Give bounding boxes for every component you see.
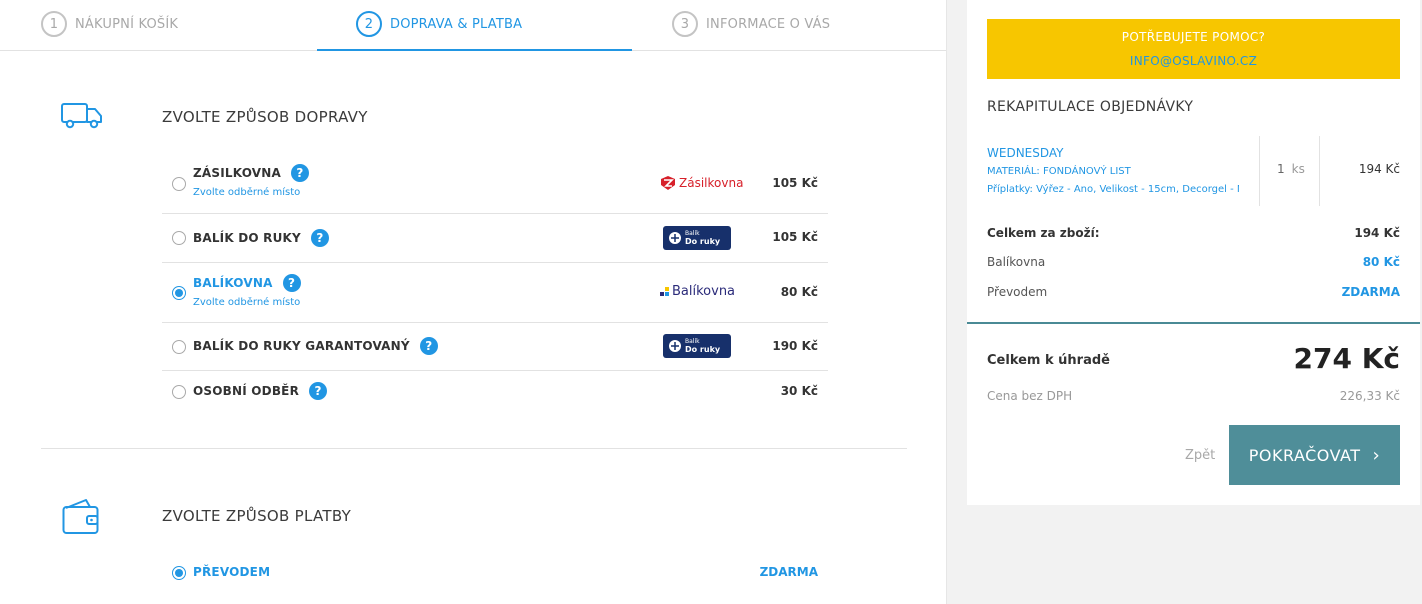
payment-title: ZVOLTE ZPŮSOB PLATBY: [162, 507, 352, 525]
payment-option-name: PŘEVODEM: [193, 565, 271, 579]
back-link[interactable]: Zpět: [1185, 448, 1215, 463]
total-label: Celkem k úhradě: [987, 353, 1110, 368]
help-heading: POTŘEBUJETE POMOC?: [1121, 30, 1266, 44]
shipping-title: ZVOLTE ZPŮSOB DOPRAVY: [162, 108, 368, 126]
net-price-label: Cena bez DPH: [987, 389, 1073, 403]
step-label: NÁKUPNÍ KOŠÍK: [75, 16, 179, 32]
quantity-value: 1: [1277, 162, 1285, 176]
radio-button-selected[interactable]: [172, 566, 186, 580]
item-name-link[interactable]: WEDNESDAY: [987, 146, 1064, 160]
logo-text: Balíkovna: [672, 284, 736, 299]
continue-button[interactable]: POKRAČOVAT ›: [1229, 425, 1400, 485]
shipping-option-osobni-odber[interactable]: OSOBNÍ ODBĚR ? 30 Kč: [162, 371, 828, 411]
item-extras: Příplatky: Výřez - Ano, Velikost - 15cm,…: [987, 184, 1239, 195]
option-label: BALÍKOVNA: [193, 276, 273, 290]
logo-text: Do ruky: [685, 345, 721, 354]
zasilkovna-logo: Zásilkovna: [660, 175, 743, 191]
step-number: 3: [672, 11, 698, 37]
sum-label: Celkem za zboží:: [987, 226, 1100, 240]
step-cart[interactable]: 1 NÁKUPNÍ KOŠÍK: [41, 9, 178, 39]
payment-option-prevodem[interactable]: PŘEVODEM ZDARMA: [162, 560, 828, 586]
sum-value: 194 Kč: [1354, 226, 1400, 240]
item-material: MATERIÁL: FONDÁNOVÝ LIST: [987, 166, 1131, 177]
step-number: 2: [356, 11, 382, 37]
pickup-point-link[interactable]: Zvolte odběrné místo: [193, 187, 300, 198]
shipping-option-balikovna[interactable]: BALÍKOVNA ? Zvolte odběrné místo Balíkov…: [162, 263, 828, 323]
shipping-price: 80 Kč: [780, 285, 818, 299]
radio-button[interactable]: [172, 340, 186, 354]
shipping-option-name: ZÁSILKOVNA ?: [193, 164, 309, 182]
radio-button-selected[interactable]: [172, 286, 186, 300]
recap-title: REKAPITULACE OBJEDNÁVKY: [987, 99, 1194, 115]
total-value: 274 Kč: [1293, 342, 1401, 375]
radio-button[interactable]: [172, 177, 186, 191]
net-price-value: 226,33 Kč: [1339, 389, 1400, 403]
option-label: BALÍK DO RUKY: [193, 231, 301, 245]
logo-text: Do ruky: [685, 237, 721, 246]
step-number: 1: [41, 11, 67, 37]
checkout-main: 1 NÁKUPNÍ KOŠÍK 2 DOPRAVA & PLATBA 3 INF…: [0, 0, 947, 604]
sum-value: ZDARMA: [1341, 285, 1400, 299]
option-label: OSOBNÍ ODBĚR: [193, 384, 300, 398]
radio-button[interactable]: [172, 385, 186, 399]
payment-cost-row: Převodem ZDARMA: [987, 285, 1400, 303]
shipping-option-name: BALÍKOVNA ?: [193, 274, 301, 292]
help-box: POTŘEBUJETE POMOC? INFO@OSLAVINO.CZ: [987, 19, 1400, 79]
shipping-price: 190 Kč: [772, 339, 818, 353]
truck-icon: [61, 103, 103, 133]
chevron-right-icon: ›: [1372, 444, 1381, 466]
order-summary-sidebar: POTŘEBUJETE POMOC? INFO@OSLAVINO.CZ REKA…: [967, 0, 1420, 505]
payment-price: ZDARMA: [759, 565, 818, 579]
help-icon[interactable]: ?: [309, 382, 328, 400]
column-divider: [1319, 136, 1320, 206]
step-label: INFORMACE O VÁS: [706, 16, 831, 32]
sum-label: Balíkovna: [987, 255, 1046, 269]
help-icon[interactable]: ?: [310, 229, 329, 247]
help-icon[interactable]: ?: [291, 164, 309, 182]
sum-value: 80 Kč: [1362, 255, 1400, 269]
wallet-icon: [62, 498, 100, 540]
shipping-option-name: OSOBNÍ ODBĚR ?: [193, 382, 328, 400]
section-divider: [41, 448, 907, 449]
item-price: 194 Kč: [1358, 162, 1400, 176]
shipping-price: 30 Kč: [780, 384, 818, 398]
option-label: ZÁSILKOVNA: [193, 166, 281, 180]
help-icon[interactable]: ?: [282, 274, 301, 292]
shipping-cost-row: Balíkovna 80 Kč: [987, 255, 1400, 273]
balik-do-ruky-logo: Balík Do ruky: [663, 226, 731, 250]
shipping-option-balik-garantovany[interactable]: BALÍK DO RUKY GARANTOVANÝ ? Balík Do ruky…: [162, 323, 828, 371]
help-email-link[interactable]: INFO@OSLAVINO.CZ: [987, 54, 1400, 68]
sum-label: Převodem: [987, 285, 1048, 299]
pickup-point-link[interactable]: Zvolte odběrné místo: [193, 297, 300, 308]
shipping-price: 105 Kč: [772, 230, 818, 244]
quantity-unit: ks: [1291, 162, 1305, 176]
option-label: BALÍK DO RUKY GARANTOVANÝ: [193, 339, 410, 353]
item-quantity: 1 ks: [1277, 162, 1305, 176]
continue-label: POKRAČOVAT: [1248, 445, 1361, 465]
shipping-options: ZÁSILKOVNA ? Zvolte odběrné místo Zásilk…: [162, 152, 828, 411]
goods-total-row: Celkem za zboží: 194 Kč: [987, 226, 1400, 244]
step-label: DOPRAVA & PLATBA: [390, 16, 523, 32]
shipping-option-name: BALÍK DO RUKY ?: [193, 229, 329, 247]
help-icon[interactable]: ?: [419, 337, 438, 355]
total-separator: [967, 322, 1420, 324]
checkout-steps: 1 NÁKUPNÍ KOŠÍK 2 DOPRAVA & PLATBA 3 INF…: [0, 0, 946, 51]
radio-button[interactable]: [172, 231, 186, 245]
logo-text: Zásilkovna: [679, 176, 744, 190]
shipping-option-zasilkovna[interactable]: ZÁSILKOVNA ? Zvolte odběrné místo Zásilk…: [162, 152, 828, 214]
step-shipping-payment[interactable]: 2 DOPRAVA & PLATBA: [356, 9, 522, 39]
shipping-option-balik-do-ruky[interactable]: BALÍK DO RUKY ? Balík Do ruky 105 Kč: [162, 214, 828, 263]
shipping-price: 105 Kč: [772, 176, 818, 190]
step-info[interactable]: 3 INFORMACE O VÁS: [672, 9, 830, 39]
column-divider: [1259, 136, 1260, 206]
balikovna-logo: Balíkovna: [660, 284, 735, 299]
balik-do-ruky-logo: Balík Do ruky: [663, 334, 731, 358]
active-step-underline: [317, 49, 632, 51]
order-item: WEDNESDAY MATERIÁL: FONDÁNOVÝ LIST Přípl…: [987, 136, 1400, 206]
shipping-option-name: BALÍK DO RUKY GARANTOVANÝ ?: [193, 337, 438, 355]
